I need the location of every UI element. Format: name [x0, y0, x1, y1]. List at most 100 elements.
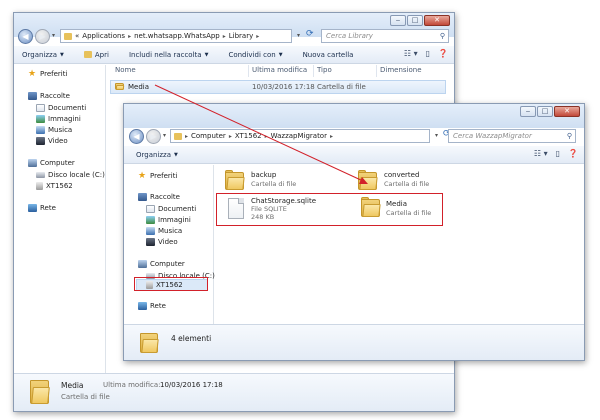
chevron-down-icon: ▼ [174, 151, 178, 158]
nav-images[interactable]: Immagini [36, 115, 81, 123]
maximize-button[interactable]: □ [537, 106, 553, 117]
folder-icon[interactable] [225, 170, 245, 190]
row-type: Cartella di file [317, 83, 366, 91]
breadcrumb-separator-icon[interactable]: ▸ [185, 133, 188, 140]
column-divider[interactable] [248, 65, 249, 77]
nav-music[interactable]: Musica [36, 126, 72, 134]
nav-local-disk[interactable]: Disco locale (C:) [36, 171, 105, 179]
nav-documents[interactable]: Documenti [146, 205, 196, 213]
forward-button[interactable]: ▶ [35, 29, 50, 44]
folder-icon[interactable] [358, 170, 378, 190]
breadcrumb-separator-icon[interactable]: ▸ [330, 133, 333, 140]
outer-address-bar[interactable]: « Applications ▸ net.whatsapp.WhatsApp ▸… [60, 29, 292, 43]
folder-large-icon [30, 380, 50, 404]
include-in-library-menu[interactable]: Includi nella raccolta ▼ [129, 51, 208, 59]
back-button[interactable]: ◀ [18, 29, 33, 44]
breadcrumb-whatsapp[interactable]: net.whatsapp.WhatsApp [134, 32, 220, 40]
nav-video[interactable]: Video [36, 137, 68, 145]
annotation-box-files [216, 193, 443, 226]
nav-computer[interactable]: Computer [28, 159, 75, 167]
open-button[interactable]: Apri [83, 51, 109, 59]
address-overflow[interactable]: « [75, 32, 79, 40]
preview-pane-icon[interactable]: ▯ [556, 149, 560, 158]
help-icon[interactable]: ❓ [568, 149, 578, 158]
nav-favorites[interactable]: ★ Preferiti [138, 172, 177, 181]
breadcrumb-wazzapmigrator[interactable]: WazzapMigrator [271, 132, 327, 140]
minimize-button[interactable]: ‒ [520, 106, 536, 117]
address-dropdown-icon[interactable]: ▾ [297, 32, 300, 39]
breadcrumb-separator-icon[interactable]: ▸ [128, 33, 131, 40]
forward-button[interactable]: ▶ [146, 129, 161, 144]
organize-menu[interactable]: Organizza ▼ [22, 51, 64, 59]
breadcrumb-library[interactable]: Library [229, 32, 253, 40]
close-button[interactable]: ✕ [554, 106, 580, 117]
breadcrumb-xt1562[interactable]: XT1562 [235, 132, 262, 140]
close-button[interactable]: ✕ [424, 15, 450, 26]
inner-explorer-window: ‒ □ ✕ ◀ ▶ ▾ ▸ Computer ▸ XT1562 ▸ Wazzap… [123, 103, 585, 361]
column-type[interactable]: Tipo [317, 66, 332, 74]
nav-network[interactable]: Rete [28, 204, 56, 212]
nav-images[interactable]: Immagini [146, 216, 191, 224]
nav-video[interactable]: Video [146, 238, 178, 246]
network-icon [138, 302, 147, 310]
minimize-button[interactable]: ‒ [390, 15, 406, 26]
details-name: Media [61, 381, 84, 390]
documents-icon [146, 205, 155, 213]
images-icon [146, 216, 155, 224]
nav-network[interactable]: Rete [138, 302, 166, 310]
music-icon [36, 126, 45, 134]
breadcrumb-computer[interactable]: Computer [191, 132, 226, 140]
nav-device-xt1562[interactable]: XT1562 [36, 182, 73, 190]
chevron-down-icon: ▼ [278, 51, 283, 58]
column-divider[interactable] [313, 65, 314, 77]
refresh-icon[interactable]: ⟳ [306, 29, 314, 39]
new-folder-button[interactable]: Nuova cartella [303, 51, 354, 59]
nav-documents[interactable]: Documenti [36, 104, 86, 112]
share-with-menu[interactable]: Condividi con ▼ [228, 51, 282, 59]
maximize-button[interactable]: □ [407, 15, 423, 26]
folder-icon [115, 83, 125, 90]
breadcrumb-separator-icon[interactable]: ▸ [256, 33, 259, 40]
music-icon [146, 227, 155, 235]
address-dropdown-icon[interactable]: ▾ [435, 132, 438, 139]
documents-icon [36, 104, 45, 112]
annotation-box-device [134, 277, 208, 291]
item-converted-type: Cartella di file [384, 180, 430, 188]
preview-pane-icon[interactable]: ▯ [426, 49, 430, 58]
recent-dropdown-icon[interactable]: ▾ [52, 32, 55, 39]
view-options-icon[interactable]: ☷ ▾ [404, 49, 418, 58]
nav-music[interactable]: Musica [146, 227, 182, 235]
breadcrumb-applications[interactable]: Applications [82, 32, 125, 40]
row-modified: 10/03/2016 17:18 [252, 83, 315, 91]
nav-computer[interactable]: Computer [138, 260, 185, 268]
breadcrumb-separator-icon[interactable]: ▸ [265, 133, 268, 140]
images-icon [36, 115, 45, 123]
nav-favorites[interactable]: ★ Preferiti [28, 69, 67, 79]
nav-libraries[interactable]: Raccolte [28, 92, 70, 100]
column-name[interactable]: Nome [115, 66, 136, 74]
libraries-icon [138, 193, 147, 201]
breadcrumb-separator-icon[interactable]: ▸ [223, 33, 226, 40]
help-icon[interactable]: ❓ [438, 49, 448, 58]
column-modified[interactable]: Ultima modifica [252, 66, 307, 74]
column-size[interactable]: Dimensione [380, 66, 422, 74]
nav-libraries[interactable]: Raccolte [138, 193, 180, 201]
organize-menu[interactable]: Organizza ▼ [136, 151, 178, 159]
folder-icon [64, 32, 72, 40]
star-icon: ★ [28, 69, 37, 79]
inner-search-input[interactable]: Cerca WazzapMigrator ⚲ [448, 129, 576, 143]
back-button[interactable]: ◀ [129, 129, 144, 144]
inner-title-bar [124, 104, 584, 128]
outer-search-input[interactable]: Cerca Library ⚲ [321, 29, 449, 43]
outer-details-pane: Media Ultima modifica: 10/03/2016 17:18 … [14, 373, 454, 411]
column-divider[interactable] [376, 65, 377, 77]
chevron-down-icon: ▼ [204, 51, 209, 58]
item-backup-name[interactable]: backup [251, 171, 276, 179]
details-modified: 10/03/2016 17:18 [160, 381, 223, 389]
recent-dropdown-icon[interactable]: ▾ [163, 132, 166, 139]
breadcrumb-separator-icon[interactable]: ▸ [229, 133, 232, 140]
folder-open-icon [83, 51, 92, 58]
item-converted-name[interactable]: converted [384, 171, 419, 179]
view-options-icon[interactable]: ☷ ▾ [534, 149, 548, 158]
inner-address-bar[interactable]: ▸ Computer ▸ XT1562 ▸ WazzapMigrator ▸ [170, 129, 430, 143]
